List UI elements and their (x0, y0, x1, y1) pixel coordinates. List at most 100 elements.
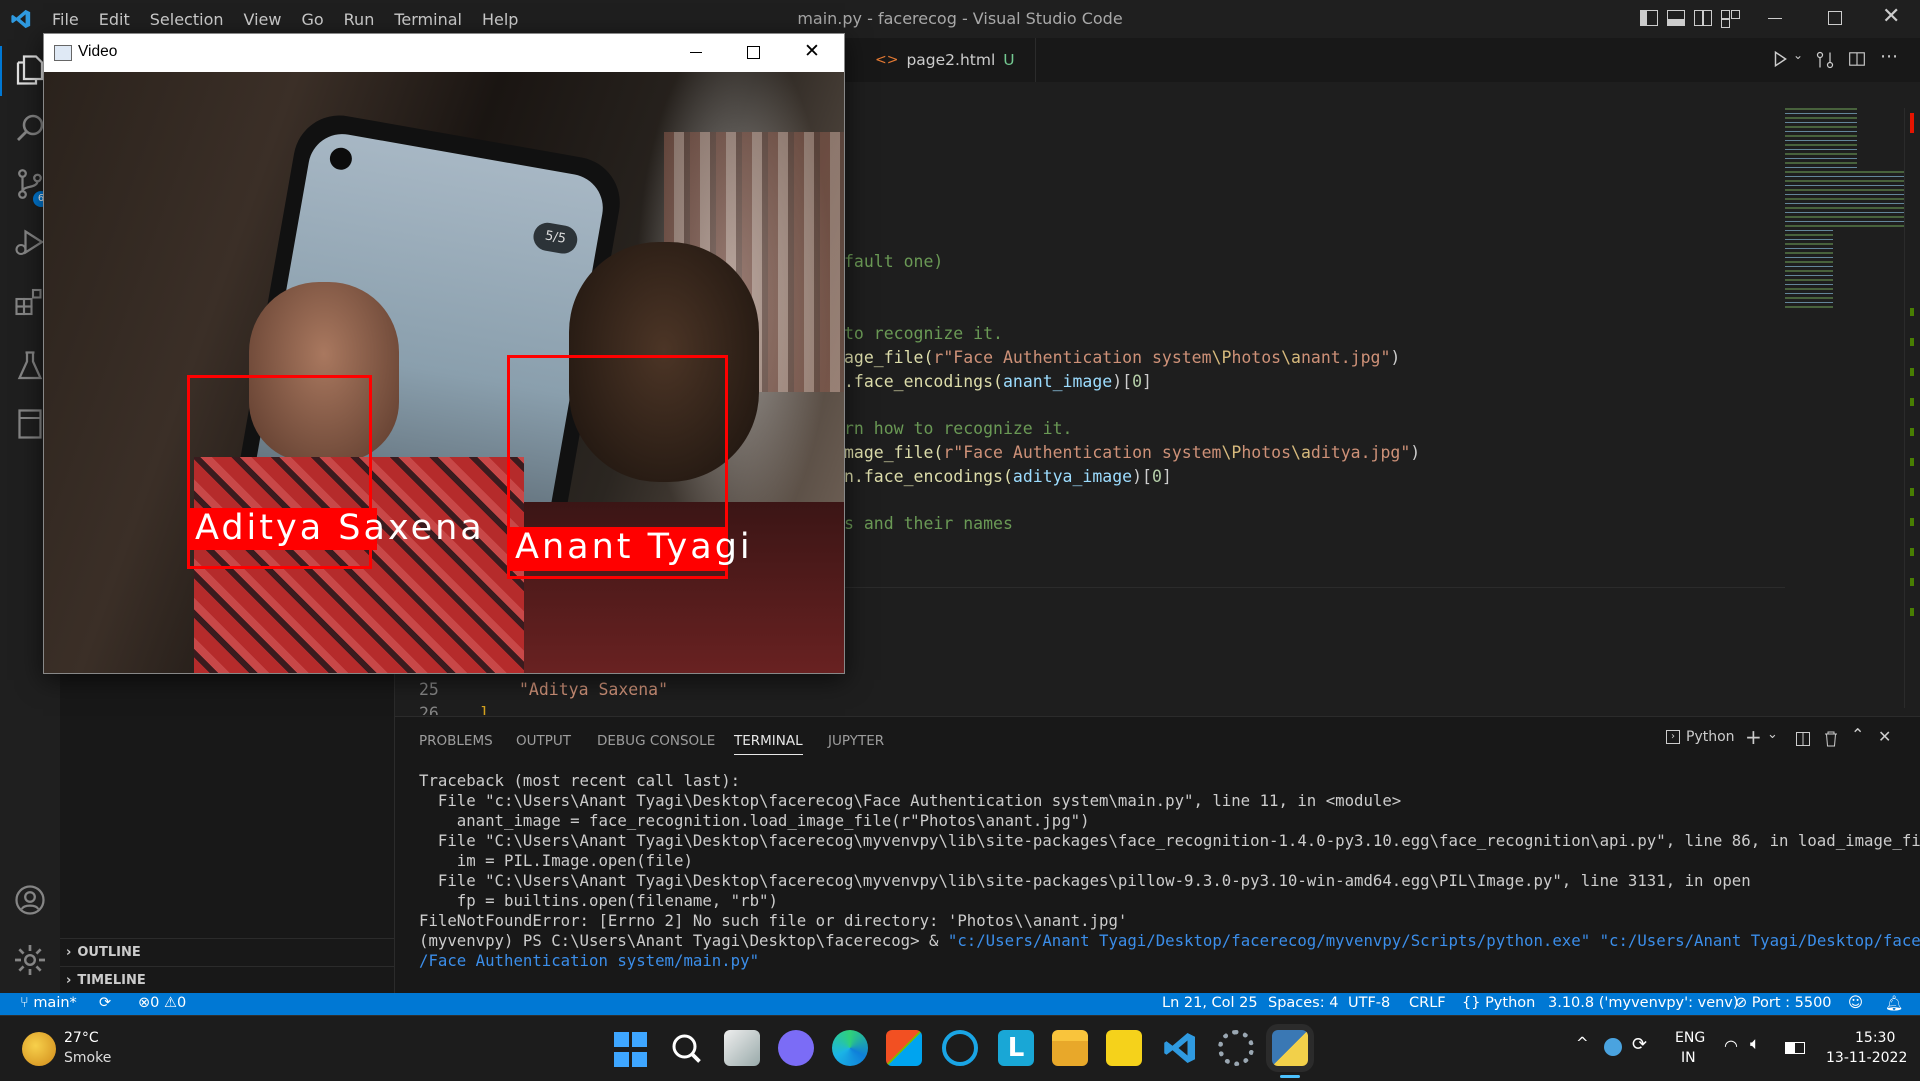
store-icon[interactable] (886, 1030, 922, 1066)
kill-terminal-trash-icon[interactable] (1823, 730, 1839, 747)
cursor-position[interactable]: Ln 21, Col 25 (1162, 995, 1258, 1011)
battery-icon[interactable] (1785, 1042, 1805, 1054)
indentation[interactable]: Spaces: 4 (1268, 995, 1338, 1011)
vertical-scrollbar[interactable] (1904, 108, 1920, 708)
clock-time[interactable]: 15:30 (1855, 1030, 1895, 1046)
l-app-icon[interactable]: L (998, 1030, 1034, 1066)
input-region[interactable]: IN (1681, 1050, 1696, 1066)
code-line: .face_encodings(anant_image)[0] (844, 372, 1152, 391)
close-panel-icon[interactable]: ✕ (1878, 727, 1891, 746)
live-server-port[interactable]: ⊘ Port : 5500 (1735, 995, 1832, 1011)
code-line: rn how to recognize it. (844, 419, 1073, 438)
manage-gear-icon[interactable] (12, 942, 48, 978)
branch-status[interactable]: ⑂ main* (20, 995, 77, 1011)
error-icon: ⊗ (138, 995, 151, 1011)
outline-label: OUTLINE (77, 945, 141, 960)
video-minimize-icon[interactable] (690, 52, 702, 53)
app-window-icon (54, 45, 72, 61)
split-terminal-icon[interactable] (1795, 731, 1811, 747)
weather-temp[interactable]: 27°C (64, 1030, 99, 1046)
timeline-section[interactable]: › TIMELINE (60, 966, 394, 994)
terminal-icon: › (1666, 730, 1680, 744)
outline-section[interactable]: › OUTLINE (60, 938, 394, 966)
line-number: 26 (419, 704, 439, 715)
tab-debug-console[interactable]: DEBUG CONSOLE (597, 733, 715, 749)
face-label: Aditya Saxena (187, 508, 482, 550)
wifi-icon[interactable]: ◠ (1724, 1036, 1738, 1055)
file-explorer-icon[interactable] (1052, 1030, 1088, 1066)
tab-label: page2.html (906, 51, 996, 69)
tab-terminal[interactable]: TERMINAL (734, 733, 803, 755)
volume-icon[interactable]: 🔈︎ (1750, 1034, 1760, 1054)
python-app-icon[interactable] (1272, 1030, 1308, 1066)
tab-output[interactable]: OUTPUT (516, 733, 571, 749)
end-of-line[interactable]: CRLF (1409, 995, 1446, 1011)
run-dropdown-chevron-icon[interactable]: ⌄ (1793, 48, 1803, 62)
language-mode[interactable]: {} Python (1462, 995, 1535, 1011)
code-line: mage_file(r"Face Authentication system\P… (844, 443, 1421, 462)
code-line: n.face_encodings(aditya_image)[0] (844, 467, 1172, 486)
windows-taskbar: 27°C Smoke L ^ ⟳ ENG IN ◠ 🔈︎ 15:30 13-11… (0, 1015, 1920, 1081)
video-title-bar[interactable]: Video ✕ (44, 34, 844, 72)
code-line: "Aditya Saxena" (519, 680, 669, 699)
edge-icon[interactable] (832, 1030, 868, 1066)
open-changes-icon[interactable] (1815, 50, 1835, 70)
close-icon[interactable]: ✕ (1882, 4, 1900, 29)
warning-icon: ⚠ (164, 995, 177, 1011)
restore-icon[interactable] (1828, 11, 1842, 25)
bottom-panel: PROBLEMS OUTPUT DEBUG CONSOLE TERMINAL J… (395, 716, 1920, 993)
vscode-taskbar-icon[interactable] (1162, 1030, 1198, 1066)
accounts-icon[interactable] (12, 882, 48, 918)
timeline-label: TIMELINE (77, 973, 146, 988)
show-hidden-icons-chevron[interactable]: ^ (1576, 1034, 1589, 1052)
weather-desc[interactable]: Smoke (64, 1050, 111, 1066)
chevron-right-icon: › (66, 945, 72, 960)
toggle-primary-sidebar-icon[interactable] (1640, 10, 1658, 26)
sticky-notes-icon[interactable] (1106, 1030, 1142, 1066)
more-actions-icon[interactable]: ⋯ (1880, 46, 1898, 67)
taskbar-search-icon[interactable] (668, 1030, 704, 1066)
start-button-icon[interactable] (612, 1030, 652, 1070)
window-title: main.py - facerecog - Visual Studio Code (797, 9, 1123, 28)
minimize-icon[interactable] (1768, 18, 1782, 19)
tab-jupyter[interactable]: JUPYTER (828, 733, 884, 749)
feedback-icon[interactable]: ☺ (1848, 995, 1863, 1011)
notifications-bell-icon[interactable]: 🔔︎ (1885, 995, 1903, 1012)
teams-chat-icon[interactable] (778, 1030, 814, 1066)
code-line: age_file(r"Face Authentication system\Ph… (844, 348, 1401, 367)
untracked-badge: U (1003, 51, 1015, 69)
run-python-file-icon[interactable] (1771, 50, 1789, 68)
video-window[interactable]: Video ✕ 5/5 Aditya Saxena Anant Tyagi (43, 33, 845, 674)
terminal-shell-selector[interactable]: › Python (1666, 729, 1735, 745)
terminal-shell-label: Python (1686, 729, 1735, 745)
tab-page2-html[interactable]: <> page2.html U (875, 38, 1036, 82)
split-editor-icon[interactable] (1848, 50, 1866, 68)
code-line: to recognize it. (844, 324, 1003, 343)
tray-app-icon[interactable] (1604, 1038, 1622, 1056)
line-number: 25 (419, 680, 439, 699)
tab-problems[interactable]: PROBLEMS (419, 733, 493, 749)
python-interpreter[interactable]: 3.10.8 ('myvenvpy': venv) (1548, 995, 1739, 1011)
status-bar: ⑂ main* ⟳ ⊗0 ⚠0 Ln 21, Col 25 Spaces: 4 … (0, 993, 1920, 1015)
settings-icon[interactable] (1218, 1030, 1254, 1066)
task-view-icon[interactable] (724, 1030, 760, 1066)
input-language[interactable]: ENG (1675, 1030, 1705, 1046)
toggle-secondary-sidebar-icon[interactable] (1694, 10, 1712, 26)
code-line: ] (479, 704, 489, 715)
tray-sync-icon[interactable]: ⟳ (1632, 1034, 1647, 1055)
video-close-icon[interactable]: ✕ (804, 40, 820, 62)
maximize-panel-chevron-icon[interactable]: ⌃ (1851, 725, 1864, 744)
terminal-dropdown-icon[interactable]: ⌄ (1767, 727, 1778, 742)
video-maximize-icon[interactable] (747, 46, 760, 59)
no-entry-icon: ⊘ (1735, 995, 1748, 1011)
new-terminal-icon[interactable]: + (1745, 725, 1762, 749)
customize-layout-icon[interactable] (1721, 10, 1740, 28)
sync-icon[interactable]: ⟳ (99, 995, 111, 1011)
terminal-output[interactable]: Traceback (most recent call last): File … (419, 771, 1920, 971)
minimap[interactable] (1785, 108, 1905, 308)
encoding[interactable]: UTF-8 (1348, 995, 1390, 1011)
problems-status[interactable]: ⊗0 ⚠0 (138, 995, 186, 1011)
clock-date[interactable]: 13-11-2022 (1826, 1050, 1907, 1066)
toggle-panel-icon[interactable] (1667, 10, 1685, 26)
cortana-icon[interactable] (942, 1030, 978, 1066)
